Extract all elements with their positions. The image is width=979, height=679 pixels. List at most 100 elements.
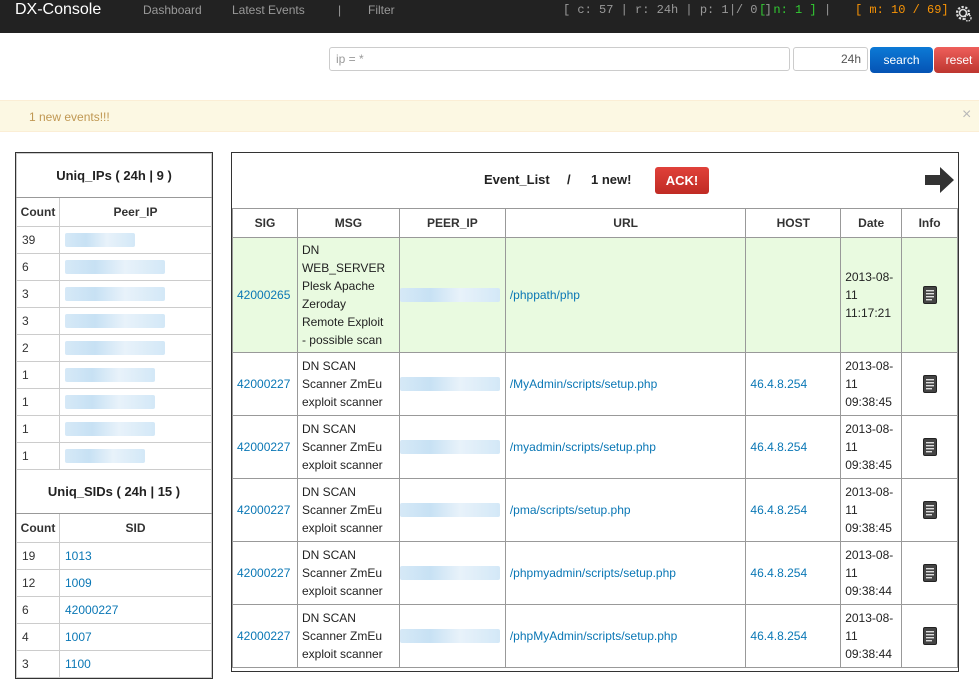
date-line: 09:38:45 <box>845 521 892 535</box>
peer-ip-link[interactable] <box>65 422 155 437</box>
status-separator: | <box>729 3 737 17</box>
sig-link[interactable]: 42000227 <box>237 503 290 517</box>
time-range-input[interactable]: 24h <box>793 47 868 71</box>
column-header-peer-ip[interactable]: PEER_IP <box>398 208 506 238</box>
peer-ip-link[interactable] <box>65 233 135 248</box>
document-icon[interactable] <box>922 501 937 519</box>
document-icon[interactable] <box>922 375 937 393</box>
document-icon[interactable] <box>922 564 937 582</box>
sig-link[interactable]: 42000227 <box>237 377 290 391</box>
left-sidebar: Uniq_IPs ( 24h | 9 ) Count Peer_IP 39 6 … <box>15 152 213 679</box>
sig-link[interactable]: 42000227 <box>237 629 290 643</box>
sid-link[interactable]: 1009 <box>65 576 92 590</box>
peer-ip-link[interactable] <box>65 341 165 356</box>
message-line: Remote Exploit <box>301 315 384 329</box>
date-line: 11:17:21 <box>845 306 892 320</box>
column-header-host[interactable]: HOST <box>745 208 842 238</box>
nav-filter[interactable]: Filter <box>368 3 395 17</box>
search-button[interactable]: search <box>870 47 933 73</box>
message-line: Scanner ZmEu <box>301 440 383 454</box>
host-link[interactable]: 46.4.8.254 <box>750 440 807 454</box>
url-link[interactable]: /phpMyAdmin/scripts/setup.php <box>510 629 677 643</box>
peer-ip-link[interactable] <box>65 260 165 275</box>
count-cell: 12 <box>16 569 60 597</box>
document-icon[interactable] <box>922 286 937 304</box>
column-header-info[interactable]: Info <box>901 208 958 238</box>
nav-separator: | <box>338 3 342 17</box>
title-separator: / <box>567 172 571 187</box>
message-line: exploit scanner <box>301 521 383 535</box>
nav-latest-events[interactable]: Latest Events <box>232 3 305 17</box>
sig-link[interactable]: 42000227 <box>237 440 290 454</box>
message-line: exploit scanner <box>301 395 383 409</box>
column-header-count: Count <box>16 513 60 543</box>
url-link[interactable]: /phppath/php <box>510 288 580 302</box>
column-header-date[interactable]: Date <box>840 208 903 238</box>
gear-icon[interactable] <box>953 3 973 23</box>
column-header-msg[interactable]: MSG <box>296 208 400 238</box>
sid-link[interactable]: 1007 <box>65 630 92 644</box>
table-row: 3 <box>16 280 212 308</box>
table-row: 42000265 DN WEB_SERVER Plesk Apache Zeroday R… <box>232 237 958 353</box>
close-icon[interactable]: × <box>962 106 971 124</box>
host-link[interactable]: 46.4.8.254 <box>750 629 807 643</box>
message-cell: DN SCAN Scanner ZmEu exploit scanner <box>296 604 400 668</box>
message-cell: DN SCAN Scanner ZmEu exploit scanner <box>296 415 400 479</box>
peer-ip-link[interactable] <box>399 288 500 303</box>
event-list-panel: Event_List / 1 new! ACK! SIG MSG PEER_IP… <box>231 152 959 672</box>
table-row: 3 1100 <box>16 650 212 678</box>
sid-link[interactable]: 42000227 <box>65 603 118 617</box>
message-cell: DN SCAN Scanner ZmEu exploit scanner <box>296 478 400 542</box>
table-row: 1 <box>16 361 212 389</box>
count-cell: 1 <box>16 388 60 416</box>
document-icon[interactable] <box>922 438 937 456</box>
peer-ip-link[interactable] <box>65 368 155 383</box>
column-header-sid: SID <box>59 513 212 543</box>
arrow-right-icon[interactable] <box>925 167 955 193</box>
peer-ip-link[interactable] <box>65 314 165 329</box>
column-header-sig[interactable]: SIG <box>232 208 298 238</box>
url-link[interactable]: /MyAdmin/scripts/setup.php <box>510 377 657 391</box>
peer-ip-link[interactable] <box>399 377 500 392</box>
date-line: 09:38:44 <box>845 584 892 598</box>
alert-message: 1 new events!!! <box>29 110 110 124</box>
host-link[interactable]: 46.4.8.254 <box>750 566 807 580</box>
host-link[interactable]: 46.4.8.254 <box>750 377 807 391</box>
peer-ip-link[interactable] <box>399 566 500 581</box>
peer-ip-link[interactable] <box>65 287 165 302</box>
sid-link[interactable]: 1100 <box>65 657 91 671</box>
reset-button[interactable]: reset <box>934 47 979 73</box>
table-row: 42000227 DN SCAN Scanner ZmEu exploit scann… <box>232 478 958 542</box>
date-line: 2013-08- <box>845 485 894 499</box>
table-row: 12 1009 <box>16 569 212 597</box>
message-line: exploit scanner <box>301 647 383 661</box>
count-cell: 1 <box>16 415 60 443</box>
messages-status[interactable]: [ m: 10 / 69] <box>855 3 949 17</box>
message-line: DN SCAN <box>301 485 356 499</box>
url-link[interactable]: /pma/scripts/setup.php <box>510 503 631 517</box>
sig-link[interactable]: 42000227 <box>237 566 290 580</box>
document-icon[interactable] <box>922 627 937 645</box>
peer-ip-link[interactable] <box>399 503 500 518</box>
table-row: 3 <box>16 307 212 335</box>
uniq-ips-title: Uniq_IPs ( 24h | 9 ) <box>16 153 212 198</box>
peer-ip-link[interactable] <box>399 440 500 455</box>
url-link[interactable]: /phpmyadmin/scripts/setup.php <box>510 566 676 580</box>
nav-dashboard[interactable]: Dashboard <box>143 3 202 17</box>
peer-ip-link[interactable] <box>399 629 500 644</box>
ack-button[interactable]: ACK! <box>655 167 709 194</box>
date-line: 11 <box>845 503 858 517</box>
new-events-status[interactable]: [ n: 1 ] <box>759 3 817 17</box>
peer-ip-link[interactable] <box>65 395 155 410</box>
date-cell: 2013-08- 11 09:38:45 <box>840 478 903 542</box>
host-link[interactable]: 46.4.8.254 <box>750 503 807 517</box>
url-link[interactable]: /myadmin/scripts/setup.php <box>510 440 656 454</box>
table-row: 42000227 DN SCAN Scanner ZmEu exploit scann… <box>232 352 958 416</box>
sid-link[interactable]: 1013 <box>65 549 92 563</box>
sig-link[interactable]: 42000265 <box>237 288 290 302</box>
column-header-url[interactable]: URL <box>504 208 747 238</box>
brand-logo[interactable]: DX-Console <box>15 0 101 20</box>
peer-ip-link[interactable] <box>65 449 145 464</box>
ip-filter-input[interactable]: ip = * <box>329 47 790 71</box>
date-line: 11 <box>845 377 858 391</box>
